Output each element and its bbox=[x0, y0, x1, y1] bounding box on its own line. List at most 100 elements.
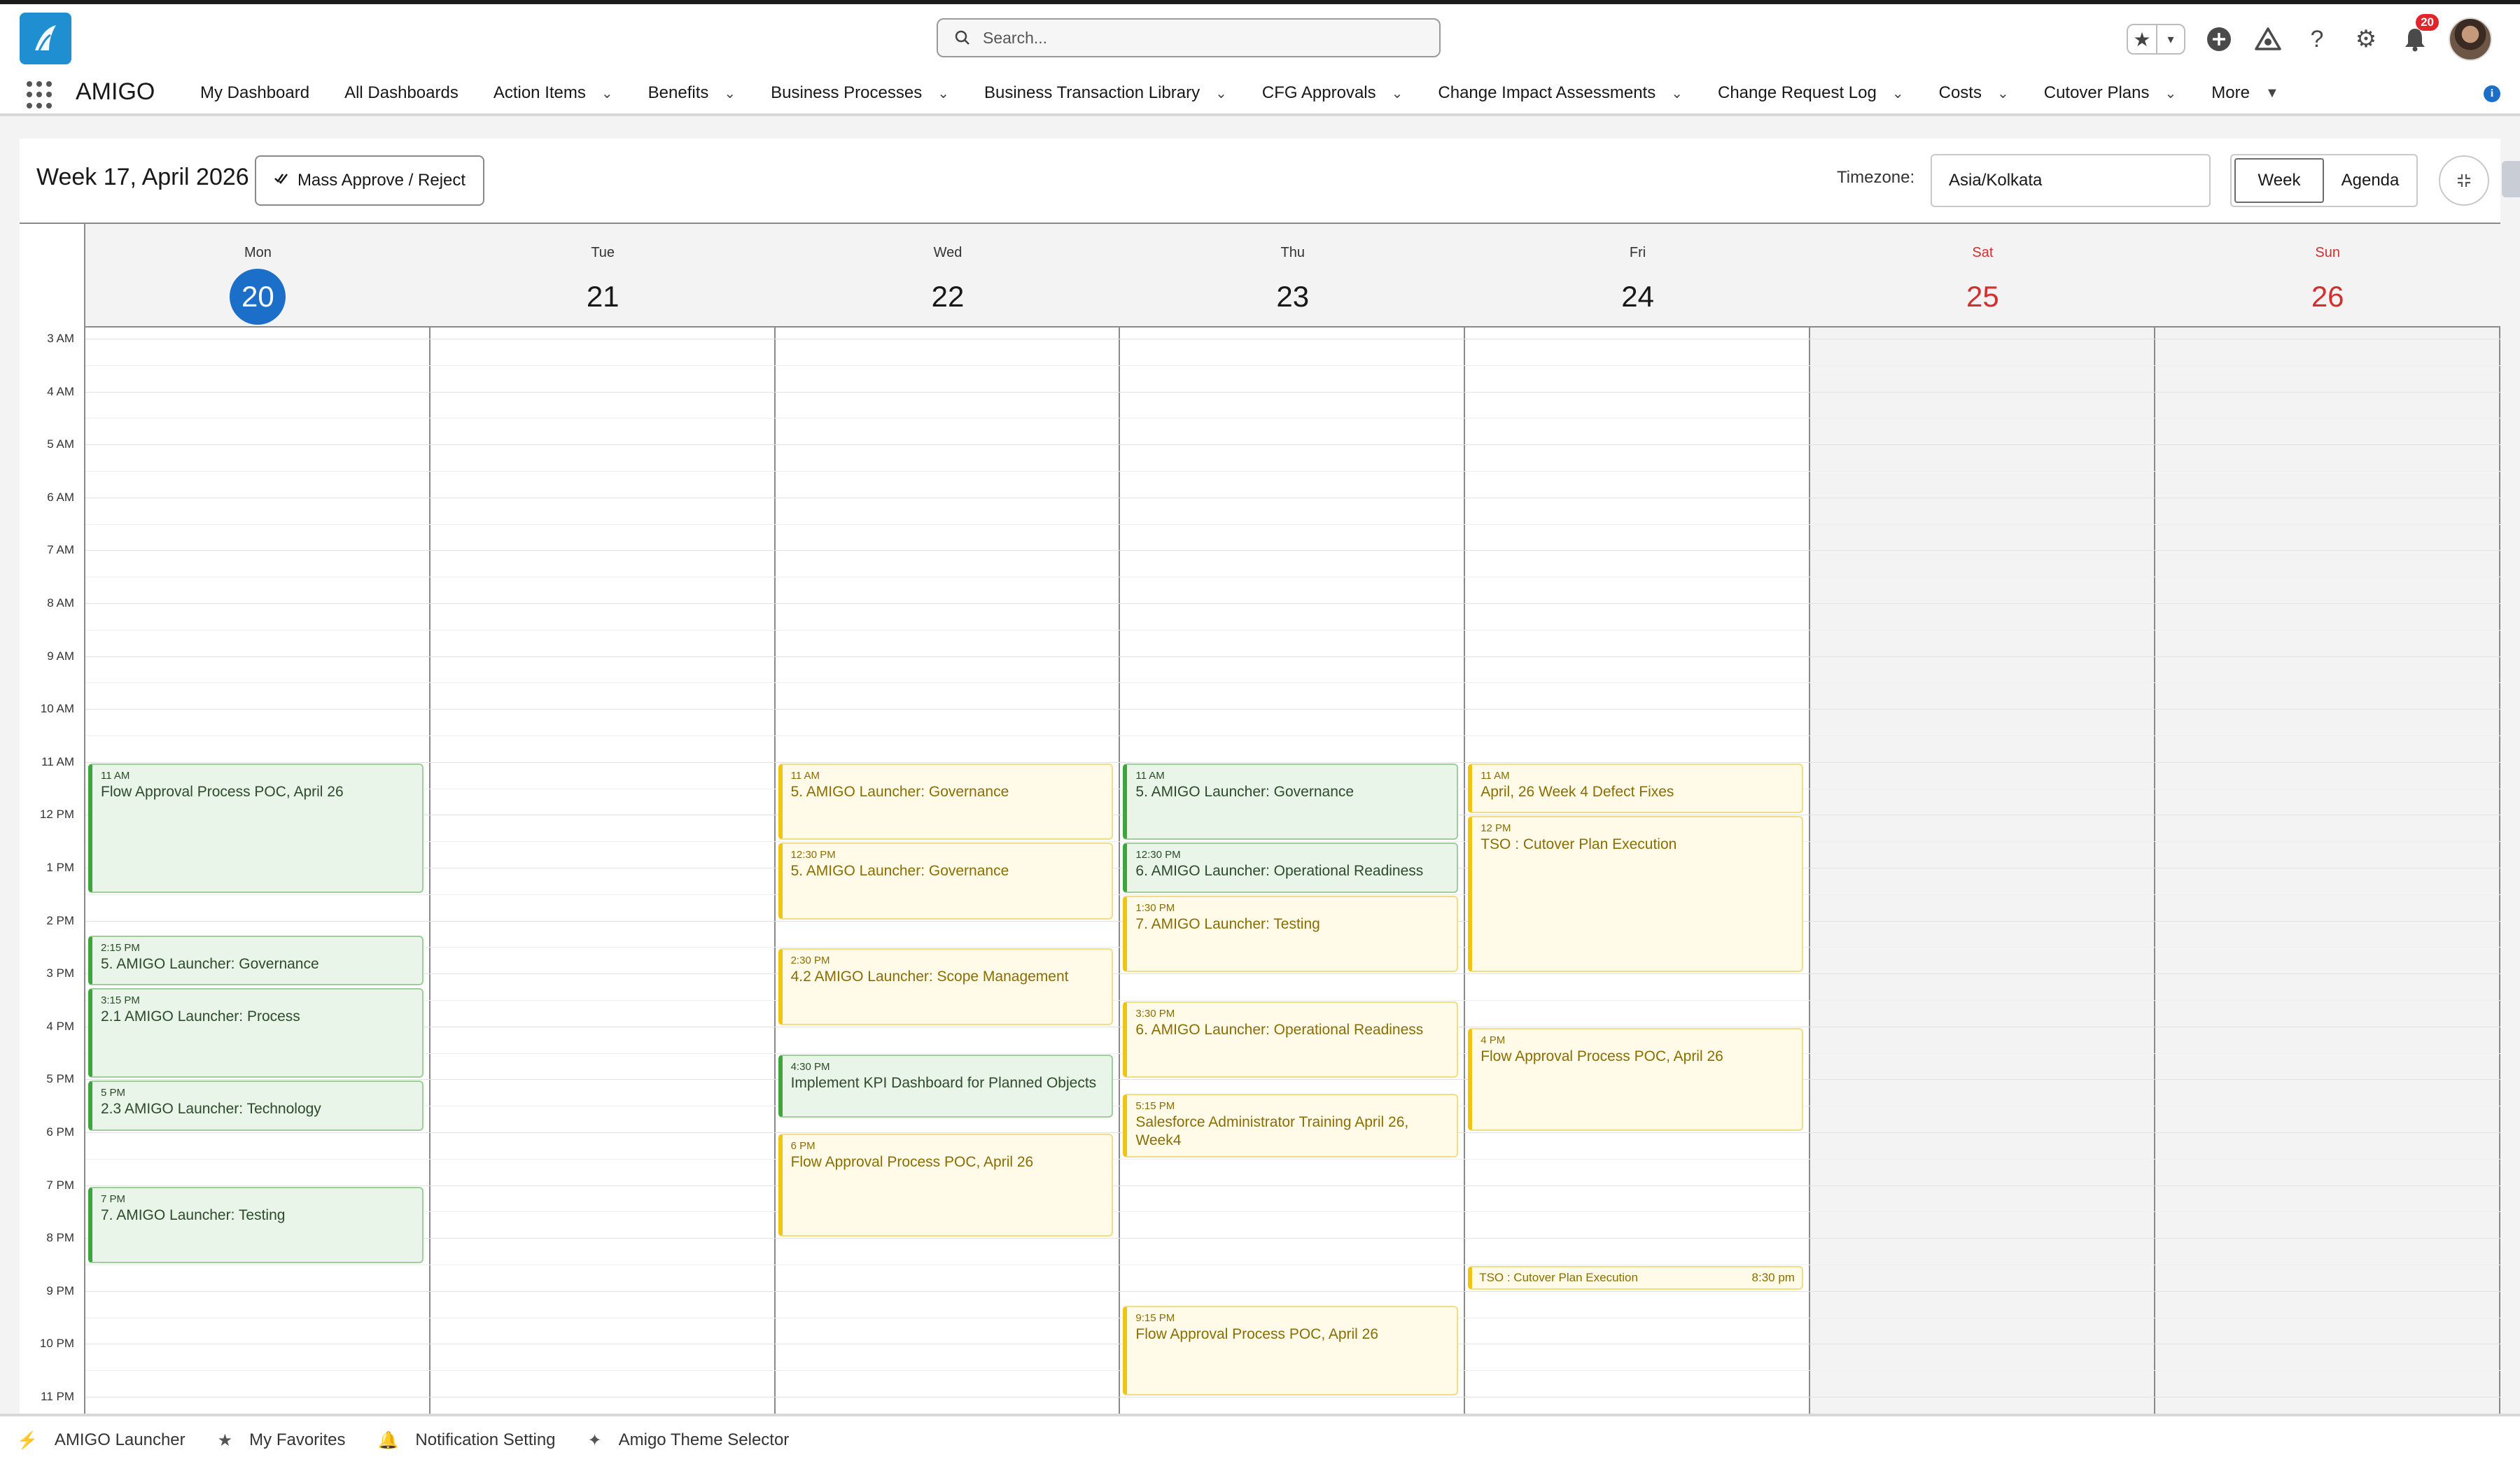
calendar-event[interactable]: 2:15 PM 5. AMIGO Launcher: Governance bbox=[88, 935, 424, 986]
event-title: 5. AMIGO Launcher: Governance bbox=[790, 863, 1009, 880]
day-date-number: 24 bbox=[1621, 280, 1654, 313]
event-title: 7. AMIGO Launcher: Testing bbox=[101, 1206, 286, 1223]
calendar-event[interactable]: 3:30 PM 6. AMIGO Launcher: Operational Re… bbox=[1123, 1001, 1459, 1078]
event-time: 11 AM bbox=[1480, 769, 1510, 782]
chevron-down-icon[interactable]: ⌄ bbox=[2164, 85, 2176, 102]
calendar-event[interactable]: 2:30 PM 4.2 AMIGO Launcher: Scope Managem… bbox=[778, 948, 1114, 1025]
calendar-event[interactable]: 5:15 PM Salesforce Administrator Training… bbox=[1123, 1094, 1459, 1157]
calendar-event[interactable]: 6 PM Flow Approval Process POC, April 26 bbox=[778, 1134, 1114, 1237]
star-icon[interactable]: ★ bbox=[2128, 25, 2156, 53]
calendar-event[interactable]: 11 AM April, 26 Week 4 Defect Fixes bbox=[1468, 763, 1803, 814]
chevron-down-icon[interactable]: ⌄ bbox=[601, 85, 613, 102]
nav-item-change-request-log[interactable]: Change Request Log ⌄ bbox=[1718, 70, 1904, 116]
calendar-event[interactable]: 11 AM 5. AMIGO Launcher: Governance bbox=[1123, 763, 1459, 840]
calendar-event[interactable]: 7 PM 7. AMIGO Launcher: Testing bbox=[88, 1186, 424, 1263]
nav-item-my-dashboard[interactable]: My Dashboard bbox=[200, 70, 309, 116]
week-view-button[interactable]: Week bbox=[2234, 158, 2324, 203]
global-create-icon[interactable] bbox=[2204, 24, 2234, 55]
chevron-down-icon[interactable]: ⌄ bbox=[1215, 85, 1227, 102]
day-column-sat[interactable] bbox=[1810, 328, 2155, 1415]
trailhead-icon[interactable] bbox=[2253, 24, 2283, 55]
day-header-fri[interactable]: Fri 24 bbox=[1465, 224, 1810, 328]
app-launcher-icon[interactable] bbox=[27, 81, 55, 109]
gear-icon[interactable]: ⚙ bbox=[2351, 24, 2381, 55]
search-icon bbox=[955, 30, 969, 45]
nav-item-costs[interactable]: Costs ⌄ bbox=[1939, 70, 2009, 116]
nav-item-cutover-plans[interactable]: Cutover Plans ⌄ bbox=[2044, 70, 2177, 116]
hour-label: 3 AM bbox=[47, 332, 74, 345]
calendar-event[interactable]: 9:15 PM Flow Approval Process POC, April … bbox=[1123, 1305, 1459, 1395]
mass-approve-reject-button[interactable]: Mass Approve / Reject bbox=[255, 155, 484, 206]
calendar-event[interactable]: TSO : Cutover Plan Execution 8:30 pm bbox=[1468, 1266, 1803, 1290]
hour-label: 6 PM bbox=[46, 1125, 74, 1139]
chevron-down-icon[interactable]: ⌄ bbox=[1671, 85, 1683, 102]
calendar-event[interactable]: 4:30 PM Implement KPI Dashboard for Plann… bbox=[778, 1054, 1114, 1118]
calendar-event[interactable]: 11 AM Flow Approval Process POC, April 26 bbox=[88, 763, 424, 893]
caret-down-icon[interactable]: ▼ bbox=[2265, 85, 2279, 101]
calendar-event[interactable]: 12:30 PM 5. AMIGO Launcher: Governance bbox=[778, 843, 1114, 920]
info-icon[interactable]: i bbox=[2484, 85, 2500, 102]
hour-label: 12 PM bbox=[39, 808, 74, 822]
calendar-event[interactable]: 1:30 PM 7. AMIGO Launcher: Testing bbox=[1123, 895, 1459, 973]
day-header-sun[interactable]: Sun 26 bbox=[2155, 224, 2500, 328]
day-column-sun[interactable] bbox=[2155, 328, 2500, 1415]
half-hour-gridline bbox=[85, 841, 2500, 843]
side-panel-toggle[interactable] bbox=[2502, 161, 2520, 197]
nav-item-business-processes[interactable]: Business Processes ⌄ bbox=[771, 70, 949, 116]
chevron-down-icon[interactable]: ▾ bbox=[2156, 25, 2184, 53]
utility-item-label: My Favorites bbox=[249, 1430, 346, 1449]
chevron-down-icon[interactable]: ⌄ bbox=[937, 85, 949, 102]
hour-label: 2 PM bbox=[46, 913, 74, 927]
nav-item-all-dashboards[interactable]: All Dashboards bbox=[344, 70, 458, 116]
chevron-down-icon[interactable]: ⌄ bbox=[1392, 85, 1404, 102]
help-icon[interactable]: ? bbox=[2302, 24, 2332, 55]
chevron-down-icon[interactable]: ⌄ bbox=[724, 85, 736, 102]
event-title: 2.1 AMIGO Launcher: Process bbox=[101, 1008, 300, 1025]
calendar-event[interactable]: 5 PM 2.3 AMIGO Launcher: Technology bbox=[88, 1081, 424, 1131]
nav-item-label: Costs bbox=[1938, 83, 1982, 102]
user-avatar[interactable] bbox=[2449, 17, 2492, 61]
chevron-down-icon[interactable]: ⌄ bbox=[1997, 85, 2009, 102]
nav-item-change-impact-assessments[interactable]: Change Impact Assessments ⌄ bbox=[1438, 70, 1683, 116]
calendar-event[interactable]: 12 PM TSO : Cutover Plan Execution bbox=[1468, 816, 1803, 973]
agenda-view-button[interactable]: Agenda bbox=[2327, 158, 2414, 203]
nav-item-benefits[interactable]: Benefits ⌄ bbox=[648, 70, 736, 116]
event-time: 12:30 PM bbox=[1135, 849, 1181, 861]
global-header: Search... ★ ▾ ? ⚙ 20 bbox=[0, 0, 2520, 70]
event-title: 5. AMIGO Launcher: Governance bbox=[790, 783, 1009, 800]
nav-item-cfg-approvals[interactable]: CFG Approvals ⌄ bbox=[1262, 70, 1404, 116]
chevron-down-icon[interactable]: ⌄ bbox=[1892, 85, 1904, 102]
day-header-sat[interactable]: Sat 25 bbox=[1810, 224, 2155, 328]
calendar-event[interactable]: 3:15 PM 2.1 AMIGO Launcher: Process bbox=[88, 988, 424, 1078]
nav-item-label: Change Request Log bbox=[1718, 83, 1877, 102]
search-placeholder: Search... bbox=[983, 28, 1048, 47]
event-title: 2.3 AMIGO Launcher: Technology bbox=[101, 1101, 321, 1118]
hour-gridline bbox=[85, 709, 2500, 710]
event-time: 11 AM bbox=[790, 769, 820, 782]
double-check-icon bbox=[274, 171, 289, 190]
calendar-event[interactable]: 4 PM Flow Approval Process POC, April 26 bbox=[1468, 1027, 1803, 1131]
day-header-wed[interactable]: Wed 22 bbox=[775, 224, 1121, 328]
timezone-input[interactable]: Asia/Kolkata bbox=[1931, 154, 2211, 207]
day-header-tue[interactable]: Tue 21 bbox=[430, 224, 776, 328]
notifications-bell-icon[interactable]: 20 bbox=[2400, 14, 2439, 55]
global-search-input[interactable]: Search... bbox=[937, 18, 1441, 57]
nav-item-label: CFG Approvals bbox=[1261, 83, 1376, 102]
day-header-thu[interactable]: Thu 23 bbox=[1120, 224, 1466, 328]
day-column-tue[interactable] bbox=[430, 328, 776, 1415]
nav-item-label: Benefits bbox=[648, 83, 709, 102]
utility-item-my-favorites[interactable]: ★ My Favorites bbox=[218, 1430, 346, 1451]
nav-item-more[interactable]: More ▼ bbox=[2211, 70, 2278, 116]
hour-label: 4 PM bbox=[46, 1019, 74, 1033]
utility-item-amigo-launcher[interactable]: ⚡ AMIGO Launcher bbox=[17, 1430, 186, 1451]
calendar-event[interactable]: 11 AM 5. AMIGO Launcher: Governance bbox=[778, 763, 1114, 840]
utility-item-notification-setting[interactable]: 🔔 Notification Setting bbox=[378, 1430, 556, 1451]
collapse-icon[interactable] bbox=[2439, 155, 2489, 206]
day-header-mon[interactable]: Mon 20 bbox=[85, 224, 430, 328]
app-logo[interactable] bbox=[20, 13, 71, 64]
hour-gridline bbox=[85, 656, 2500, 657]
nav-item-action-items[interactable]: Action Items ⌄ bbox=[493, 70, 613, 116]
calendar-event[interactable]: 12:30 PM 6. AMIGO Launcher: Operational R… bbox=[1123, 843, 1459, 893]
nav-item-business-transaction-library[interactable]: Business Transaction Library ⌄ bbox=[984, 70, 1227, 116]
utility-item-amigo-theme-selector[interactable]: ✦ Amigo Theme Selector bbox=[588, 1430, 790, 1451]
